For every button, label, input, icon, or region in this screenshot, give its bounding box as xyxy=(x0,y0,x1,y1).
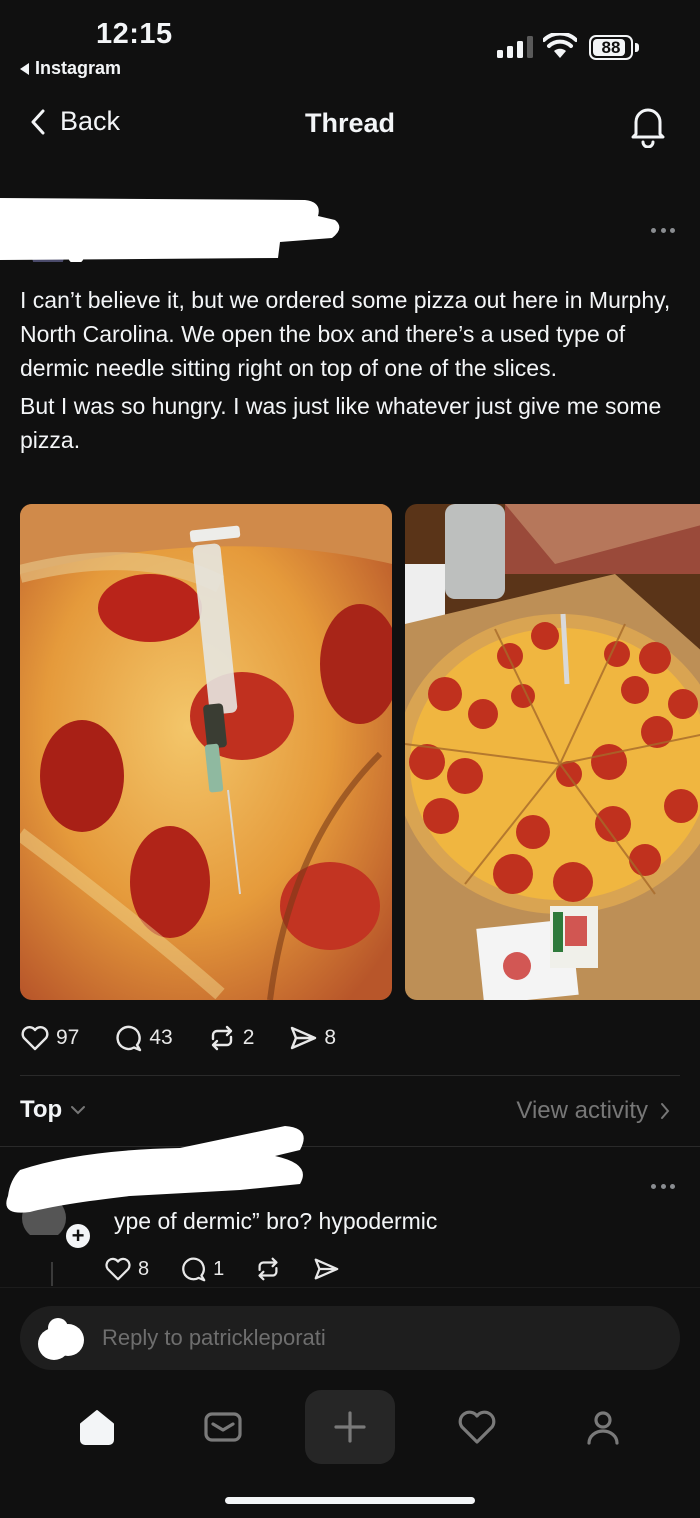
like-count: 97 xyxy=(56,1026,80,1049)
repost-icon xyxy=(211,1025,232,1051)
comment-like-count: 8 xyxy=(138,1257,150,1280)
repost-count: 2 xyxy=(242,1026,255,1049)
bell-icon[interactable] xyxy=(628,104,668,148)
post-more-options-button[interactable] xyxy=(651,226,675,234)
page-title: Thread xyxy=(304,108,396,138)
tab-activity[interactable] xyxy=(432,1390,522,1464)
reply-count: 43 xyxy=(149,1026,173,1049)
home-indicator[interactable] xyxy=(225,1497,475,1504)
post-paragraph: I can’t believe it, but we ordered some … xyxy=(20,287,671,381)
view-activity-link[interactable]: View activity xyxy=(516,1097,670,1125)
send-icon xyxy=(314,1258,339,1280)
post-media-carousel[interactable] xyxy=(20,504,700,1000)
inbox-icon xyxy=(204,1412,242,1442)
comment-reply-count: 1 xyxy=(213,1257,225,1280)
heart-icon xyxy=(458,1410,496,1444)
reply-button[interactable]: 43 xyxy=(113,1023,173,1053)
comment-text: ype of dermic” bro? hypodermic xyxy=(114,1208,438,1234)
heart-icon xyxy=(105,1257,131,1281)
follow-plus-button[interactable]: + xyxy=(63,1221,93,1251)
battery-percent: 88 xyxy=(601,37,621,57)
pizza-box-photo[interactable] xyxy=(405,504,700,1000)
repost-button[interactable]: 2 xyxy=(207,1023,255,1053)
cellular-signal-icon xyxy=(497,36,533,58)
home-icon xyxy=(80,1410,114,1445)
reply-input[interactable] xyxy=(102,1322,642,1354)
view-activity-label: View activity xyxy=(516,1097,648,1124)
back-to-app-link[interactable]: Instagram xyxy=(20,58,121,79)
profile-icon xyxy=(587,1411,619,1445)
thread-line xyxy=(51,1262,53,1286)
post-paragraph: But I was so hungry. I was just like wha… xyxy=(20,393,662,453)
share-button[interactable]: 8 xyxy=(288,1023,336,1053)
repost-icon xyxy=(258,1257,278,1281)
bottom-tab-bar xyxy=(0,1390,700,1470)
comment-more-options-button[interactable] xyxy=(651,1182,675,1190)
tab-create[interactable] xyxy=(305,1390,395,1464)
heart-icon xyxy=(21,1026,49,1051)
pizza-closeup-photo[interactable] xyxy=(20,504,392,1000)
comment-repost-button[interactable] xyxy=(254,1255,282,1283)
post-body: I can’t believe it, but we ordered some … xyxy=(20,283,680,461)
wifi-icon xyxy=(543,33,577,58)
status-bar: 12:15 Instagram 88 xyxy=(0,0,700,90)
comment-share-button[interactable] xyxy=(312,1255,340,1283)
chevron-down-icon xyxy=(71,1106,86,1115)
speech-bubble-icon xyxy=(182,1257,206,1282)
divider xyxy=(20,1075,680,1076)
reply-composer[interactable] xyxy=(20,1306,680,1370)
nav-bar: Back Thread xyxy=(0,96,700,156)
plus-icon xyxy=(334,1411,366,1443)
comment-actions: 8 1 xyxy=(104,1255,370,1283)
share-count: 8 xyxy=(324,1026,337,1049)
redacted-author-scribble xyxy=(0,198,340,262)
battery-indicator: 88 xyxy=(589,35,639,60)
send-icon xyxy=(291,1026,317,1050)
comment-reply-button[interactable]: 1 xyxy=(179,1255,224,1283)
chevron-right-icon xyxy=(661,1103,670,1119)
back-triangle-icon xyxy=(20,62,29,75)
back-app-label: Instagram xyxy=(35,58,122,78)
tab-profile[interactable] xyxy=(558,1390,648,1464)
speech-bubble-icon xyxy=(116,1025,142,1052)
like-button[interactable]: 97 xyxy=(20,1023,79,1053)
post-actions: 97 43 2 8 xyxy=(20,1020,370,1056)
tab-home[interactable] xyxy=(52,1390,142,1464)
tab-inbox[interactable] xyxy=(178,1390,268,1464)
comment-like-button[interactable]: 8 xyxy=(104,1255,149,1283)
user-avatar-redacted xyxy=(38,1318,84,1360)
status-time: 12:15 xyxy=(96,18,173,50)
